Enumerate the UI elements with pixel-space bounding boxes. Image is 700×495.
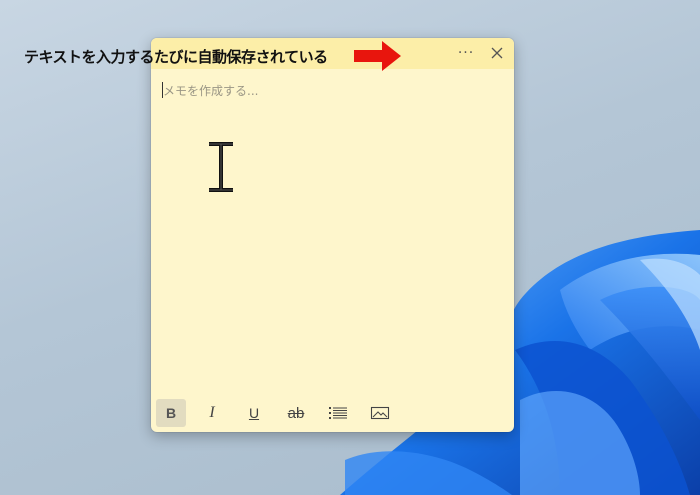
strikethrough-icon: ab: [287, 404, 305, 422]
annotation-text: テキストを入力するたびに自動保存されている: [24, 48, 328, 66]
bullet-list-icon: [329, 407, 347, 419]
underline-icon: U: [248, 405, 260, 421]
more-options-button[interactable]: ···: [451, 42, 481, 66]
strikethrough-button[interactable]: ab: [281, 399, 311, 427]
sticky-note-window: ··· メモを作成する... B I U ab: [151, 38, 514, 432]
formatting-toolbar: B I U ab: [151, 397, 514, 432]
bullet-list-button[interactable]: [323, 399, 353, 427]
note-text-area[interactable]: メモを作成する...: [151, 69, 514, 394]
underline-button[interactable]: U: [239, 399, 269, 427]
ellipsis-icon: ···: [457, 45, 475, 61]
close-icon: [491, 47, 503, 59]
image-icon: [370, 406, 390, 420]
note-placeholder: メモを作成する...: [163, 84, 259, 98]
italic-icon: I: [209, 404, 215, 421]
italic-button[interactable]: I: [197, 399, 227, 427]
annotation-arrow-icon: [354, 41, 401, 71]
close-button[interactable]: [484, 42, 510, 66]
ibeam-cursor-icon: [209, 142, 233, 192]
bold-icon: B: [165, 405, 177, 421]
bold-button[interactable]: B: [156, 399, 186, 427]
insert-image-button[interactable]: [365, 399, 395, 427]
